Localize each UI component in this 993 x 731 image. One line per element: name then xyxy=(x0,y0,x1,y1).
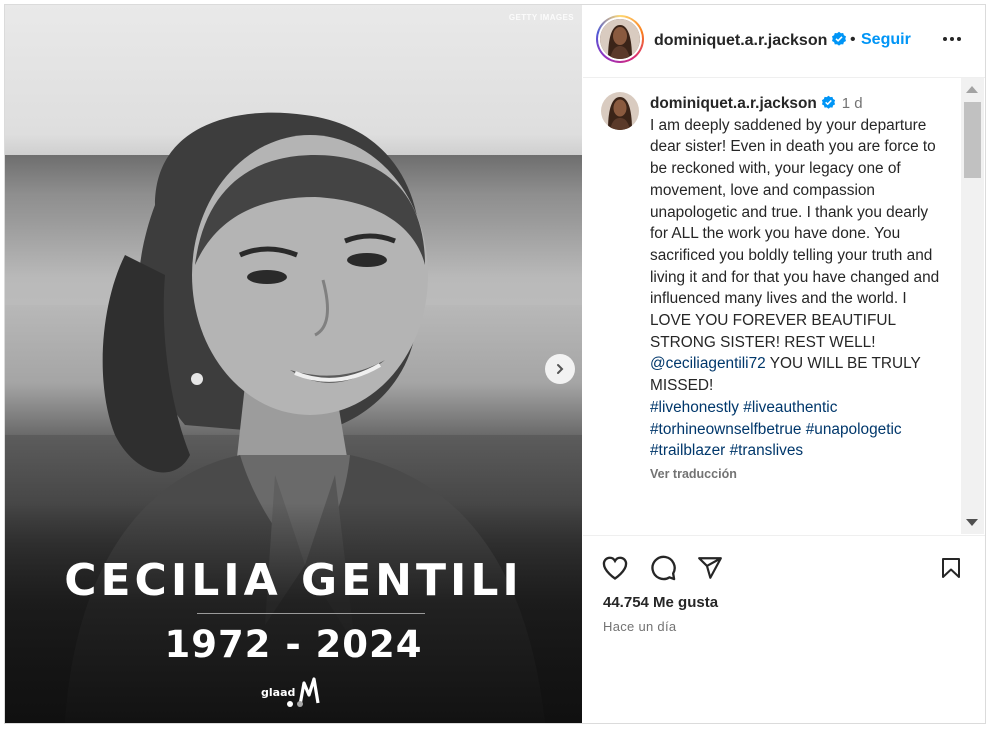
comments-scrollbar[interactable] xyxy=(961,78,984,534)
comment-button[interactable] xyxy=(649,554,677,582)
like-button[interactable] xyxy=(601,554,629,582)
verified-badge-icon xyxy=(832,31,847,46)
post-timestamp[interactable]: Hace un día xyxy=(603,619,676,634)
bookmark-icon xyxy=(942,558,960,578)
hashtag-link[interactable]: #trailblazer xyxy=(650,442,725,459)
glaad-logo-text: glaad xyxy=(261,685,296,699)
verified-badge-icon xyxy=(821,95,835,109)
memorial-divider xyxy=(197,613,425,614)
hashtag-link[interactable]: #livehonestly xyxy=(650,399,739,416)
caption-time[interactable]: 1 d xyxy=(842,95,863,112)
share-button[interactable] xyxy=(696,554,724,582)
hashtag-link[interactable]: #liveauthentic xyxy=(743,399,837,416)
scroll-down-arrow-icon[interactable] xyxy=(966,519,978,526)
save-button[interactable] xyxy=(937,554,965,582)
carousel-dot-active xyxy=(287,701,293,707)
like-count[interactable]: 44.754 Me gusta xyxy=(603,594,718,611)
post-header: dominiquet.a.r.jackson • Seguir xyxy=(583,5,985,78)
header-username-row[interactable]: dominiquet.a.r.jackson xyxy=(654,31,847,50)
paper-plane-icon xyxy=(698,557,722,579)
see-translation-link[interactable]: Ver traducción xyxy=(650,464,948,486)
more-options-button[interactable] xyxy=(937,27,967,51)
comments-area[interactable]: dominiquet.a.r.jackson 1 d I am deeply sa… xyxy=(583,78,961,534)
memorial-years: 1972 - 2024 xyxy=(164,623,423,666)
comment-bubble-icon xyxy=(651,555,676,581)
caption-text: I am deeply saddened by your departure d… xyxy=(650,116,940,351)
mention-link[interactable]: @ceciliagentili72 xyxy=(650,355,766,372)
header-separator: • xyxy=(850,31,856,48)
hashtag-link[interactable]: #torhineownselfbetrue xyxy=(650,421,801,438)
more-dots-icon xyxy=(943,37,947,41)
memorial-name: CECILIA GENTILI xyxy=(64,555,523,606)
carousel-next-button[interactable] xyxy=(545,354,575,384)
scrollbar-thumb[interactable] xyxy=(964,102,981,178)
avatar xyxy=(600,19,640,59)
header-username[interactable]: dominiquet.a.r.jackson xyxy=(654,32,827,49)
post-side-panel: dominiquet.a.r.jackson • Seguir dominiqu… xyxy=(583,5,985,723)
follow-button[interactable]: Seguir xyxy=(861,31,911,49)
hashtag-link[interactable]: #unapologetic xyxy=(806,421,902,438)
carousel-dots xyxy=(287,701,303,707)
photo-credit: GETTY IMAGES xyxy=(508,13,574,22)
caption-username[interactable]: dominiquet.a.r.jackson xyxy=(650,95,817,112)
post-media[interactable]: GETTY IMAGES CECILIA GENTILI 1972 - 2024… xyxy=(5,5,582,723)
post-actions: 44.754 Me gusta Hace un día xyxy=(583,535,985,724)
carousel-dot xyxy=(297,701,303,707)
scroll-up-arrow-icon[interactable] xyxy=(966,86,978,93)
avatar[interactable] xyxy=(601,92,639,130)
chevron-right-icon xyxy=(557,364,564,374)
hashtag-link[interactable]: #translives xyxy=(730,442,804,459)
caption: dominiquet.a.r.jackson 1 d I am deeply sa… xyxy=(650,93,948,486)
heart-icon xyxy=(602,556,628,580)
header-avatar-ring[interactable] xyxy=(596,15,644,63)
